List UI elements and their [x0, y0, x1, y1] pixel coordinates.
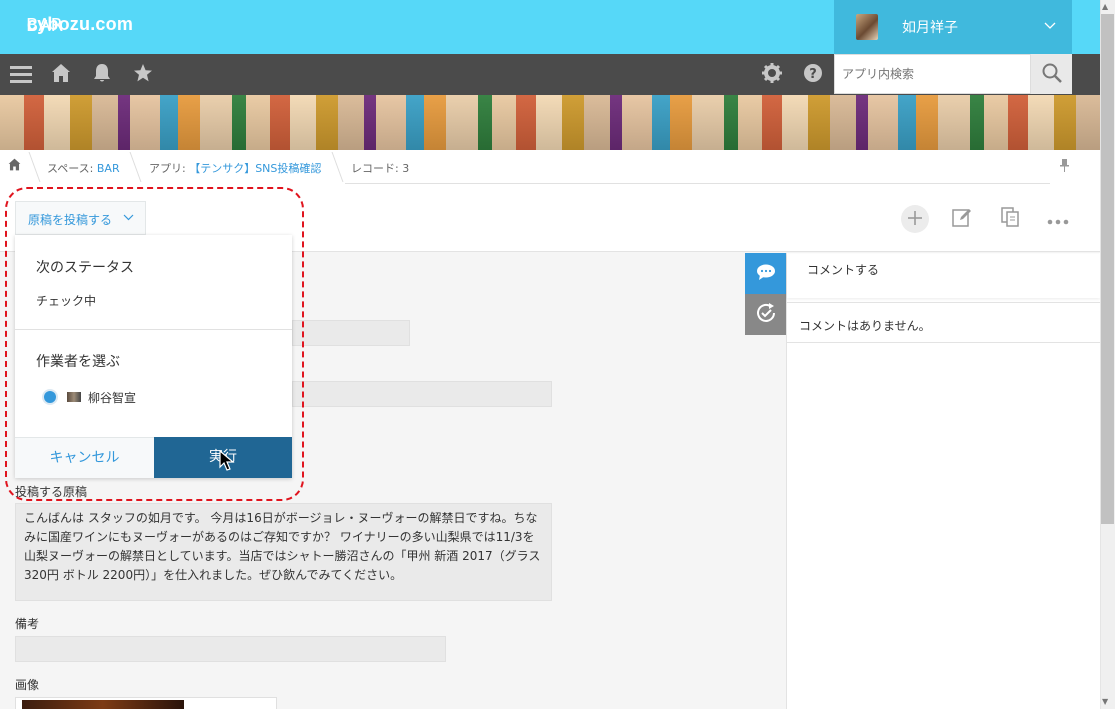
next-status-value: チェック中 — [36, 294, 97, 308]
comment-icon — [756, 263, 776, 284]
comments-tab[interactable] — [745, 253, 786, 294]
scroll-down-icon[interactable]: ▼ — [1102, 697, 1108, 706]
chevron-down-icon — [123, 211, 134, 224]
post-text: こんばんは スタッフの如月です。 今月は16日がボージョレ・ヌーヴォーの解禁日で… — [15, 503, 552, 601]
chevron-down-icon — [1044, 20, 1056, 33]
history-icon — [755, 302, 777, 327]
assignee-title: 作業者を選ぶ — [36, 354, 120, 370]
field-value — [292, 320, 410, 346]
breadcrumb-app[interactable]: アプリ: 【テンサク】SNS投稿確認 — [149, 160, 321, 176]
comment-input[interactable]: コメントする — [787, 254, 1100, 298]
app-search-input[interactable] — [834, 54, 1031, 94]
star-icon[interactable] — [133, 63, 153, 87]
edit-icon — [952, 207, 972, 232]
user-avatar — [856, 14, 878, 40]
field-value — [292, 381, 552, 407]
user-name: 如月祥子 — [902, 20, 958, 36]
scrollbar-thumb[interactable] — [1101, 14, 1114, 524]
gear-icon[interactable] — [762, 63, 782, 87]
post-label: 投稿する原稿 — [15, 485, 88, 499]
more-icon — [1047, 209, 1069, 230]
status-action-button[interactable]: 原稿を投稿する — [15, 201, 146, 235]
copy-icon — [1001, 206, 1019, 232]
status-popup: 次のステータス チェック中 作業者を選ぶ 柳谷智宣 キャンセル 実行 — [15, 235, 292, 478]
search-button[interactable] — [1031, 54, 1072, 94]
svg-text:?: ? — [809, 67, 817, 82]
add-record-button[interactable] — [901, 205, 929, 233]
help-icon[interactable]: ? — [803, 63, 823, 87]
top-header: cybozu.com 如月祥子 — [0, 0, 1100, 54]
breadcrumb-space[interactable]: スペース: BAR — [47, 160, 120, 176]
cancel-button[interactable]: キャンセル — [15, 437, 154, 478]
breadcrumb-home-icon[interactable] — [8, 158, 21, 174]
mouse-cursor-icon — [219, 450, 235, 471]
scroll-up-icon[interactable]: ▲ — [1102, 2, 1108, 11]
no-comments-text: コメントはありません。 — [787, 302, 1100, 343]
next-status-title: 次のステータス — [36, 260, 134, 276]
space-banner — [0, 95, 1100, 150]
menu-icon[interactable] — [10, 63, 32, 89]
history-tab[interactable] — [745, 294, 786, 335]
image-thumbnail[interactable] — [22, 700, 184, 709]
search-icon — [1042, 63, 1062, 86]
breadcrumb-app-link[interactable]: 【テンサク】SNS投稿確認 — [189, 162, 321, 175]
bell-icon[interactable] — [92, 63, 112, 87]
pin-icon[interactable] — [1060, 159, 1069, 175]
more-options-button[interactable] — [1044, 205, 1072, 233]
home-icon[interactable] — [51, 63, 71, 87]
plus-icon — [908, 209, 922, 230]
assignee-name[interactable]: 柳谷智宣 — [88, 389, 136, 406]
assignee-avatar — [67, 392, 81, 402]
notes-label: 備考 — [15, 617, 40, 631]
breadcrumb-space-link[interactable]: BAR — [97, 162, 120, 175]
space-title: BAR — [26, 15, 64, 36]
assignee-radio[interactable] — [44, 391, 56, 403]
image-label: 画像 — [15, 678, 40, 692]
user-menu[interactable]: 如月祥子 — [834, 0, 1072, 54]
breadcrumb-record: レコード: 3 — [351, 162, 410, 175]
copy-record-button[interactable] — [996, 205, 1024, 233]
edit-record-button[interactable] — [948, 205, 976, 233]
notes-field — [15, 636, 446, 662]
